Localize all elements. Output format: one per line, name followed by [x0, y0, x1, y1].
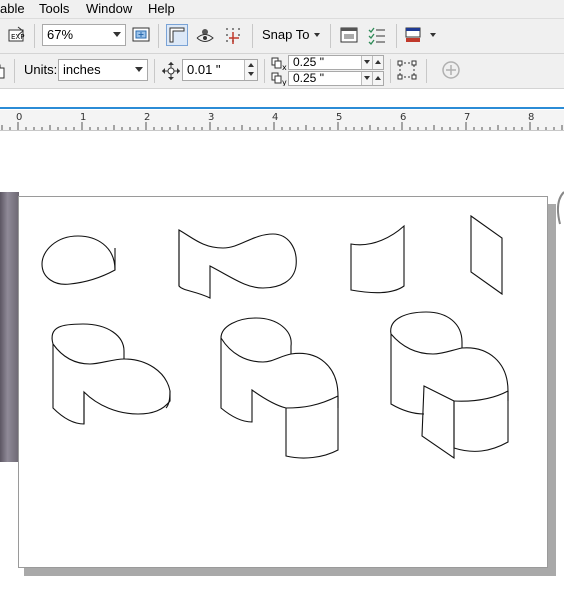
ruler-number: 7 — [464, 112, 471, 123]
spin-down-icon — [248, 72, 254, 76]
menu-window[interactable]: Window — [86, 1, 132, 16]
units-label: Units: — [24, 62, 58, 77]
solid-3-top-curve — [390, 333, 509, 401]
offpage-object[interactable] — [556, 190, 564, 233]
ruler-number: 4 — [272, 112, 279, 123]
toolbar-separator — [426, 59, 427, 83]
spin-up-icon[interactable] — [372, 56, 383, 69]
spin-up-icon[interactable] — [372, 72, 383, 85]
toolbar-separator — [34, 24, 35, 48]
nudge-spinner[interactable] — [244, 60, 257, 80]
property-bar-bottom: Units: inches 0.01 " x 0.25 " y 0.25 " — [0, 54, 564, 89]
zoom-to-page-icon[interactable] — [130, 24, 152, 46]
shape-curved-panel — [350, 224, 405, 294]
chevron-down-icon[interactable] — [314, 33, 320, 37]
drawing-page[interactable] — [18, 196, 548, 568]
toolbar-separator — [264, 59, 265, 83]
grid-snap-icon[interactable] — [222, 24, 244, 46]
color-icon[interactable] — [402, 24, 424, 46]
offpage-image[interactable] — [0, 192, 19, 462]
ruler-number: 2 — [144, 112, 151, 123]
toolbar-separator — [158, 24, 159, 48]
show-rulers-icon[interactable] — [166, 24, 188, 46]
solid-3-panel — [421, 385, 455, 460]
menu-bar: able Tools Window Help — [0, 0, 564, 19]
shape-parallelogram — [470, 214, 503, 296]
toolbar-separator — [390, 59, 391, 83]
ruler-number: 3 — [208, 112, 215, 123]
svg-text:x: x — [282, 63, 287, 71]
horizontal-ruler[interactable]: 0 1 2 3 4 5 6 7 8 — [0, 110, 564, 131]
menu-table[interactable]: able — [0, 1, 25, 16]
zoom-combo[interactable]: 67% — [42, 24, 126, 46]
duplicate-x-icon: x — [270, 57, 288, 72]
menu-tools[interactable]: Tools — [39, 1, 69, 16]
nudge-value: 0.01 " — [187, 62, 221, 77]
duplicate-x-input[interactable]: 0.25 " — [288, 55, 384, 70]
add-preset-icon[interactable] — [440, 59, 462, 81]
svg-text:EXP: EXP — [11, 33, 24, 41]
bounding-box-icon[interactable] — [396, 59, 418, 81]
toolbar-separator — [396, 24, 397, 48]
ruler-number: 8 — [528, 112, 535, 123]
zoom-value: 67% — [47, 27, 74, 42]
snap-to-button[interactable]: Snap To — [262, 27, 309, 42]
solid-1-top — [51, 323, 125, 359]
units-value: inches — [63, 62, 101, 77]
solid-3-edge — [453, 390, 509, 402]
units-combo[interactable]: inches — [58, 59, 148, 81]
nudge-distance-input[interactable]: 0.01 " — [182, 59, 258, 81]
drawing-objects — [41, 214, 509, 460]
checklist-icon[interactable] — [366, 24, 388, 46]
ruler-number: 5 — [336, 112, 343, 123]
property-bar-top: EXP 67% Snap To — [0, 19, 564, 54]
svg-text:y: y — [282, 78, 287, 86]
solid-3-top — [390, 311, 463, 348]
document-tab-strip — [0, 107, 564, 109]
solid-3-side — [390, 334, 425, 415]
toolbar-separator — [154, 59, 155, 83]
export-icon[interactable]: EXP — [6, 24, 28, 46]
ruler-number: 6 — [400, 112, 407, 123]
nudge-icon — [160, 60, 182, 82]
toolbar-separator — [330, 24, 331, 48]
solid-1-top-curve — [52, 343, 171, 409]
toolbar-separator — [252, 24, 253, 48]
duplicate-y-value: 0.25 " — [293, 71, 324, 85]
solid-2-edge — [285, 395, 339, 409]
chevron-down-icon[interactable] — [361, 56, 372, 69]
spin-up-icon — [248, 63, 254, 67]
page-icon[interactable] — [0, 60, 6, 82]
duplicate-x-value: 0.25 " — [293, 55, 324, 69]
menu-help[interactable]: Help — [148, 1, 175, 16]
duplicate-y-input[interactable]: 0.25 " — [288, 71, 384, 86]
solid-2-top — [220, 317, 292, 354]
chevron-down-icon — [113, 32, 121, 37]
ruler-number: 1 — [80, 112, 87, 123]
chevron-down-icon[interactable] — [430, 33, 436, 37]
shape-s-extrusion — [178, 229, 297, 299]
chevron-down-icon — [135, 67, 143, 72]
ruler-number: 0 — [16, 112, 23, 123]
toolbar-separator — [14, 59, 15, 83]
solid-2-top-curve — [220, 337, 339, 408]
solid-1-side-left — [52, 344, 171, 425]
chevron-down-icon[interactable] — [361, 72, 372, 85]
shape-teardrop — [41, 235, 116, 285]
duplicate-y-icon: y — [270, 72, 288, 87]
view-icon[interactable] — [194, 24, 216, 46]
options-icon[interactable] — [338, 24, 360, 46]
